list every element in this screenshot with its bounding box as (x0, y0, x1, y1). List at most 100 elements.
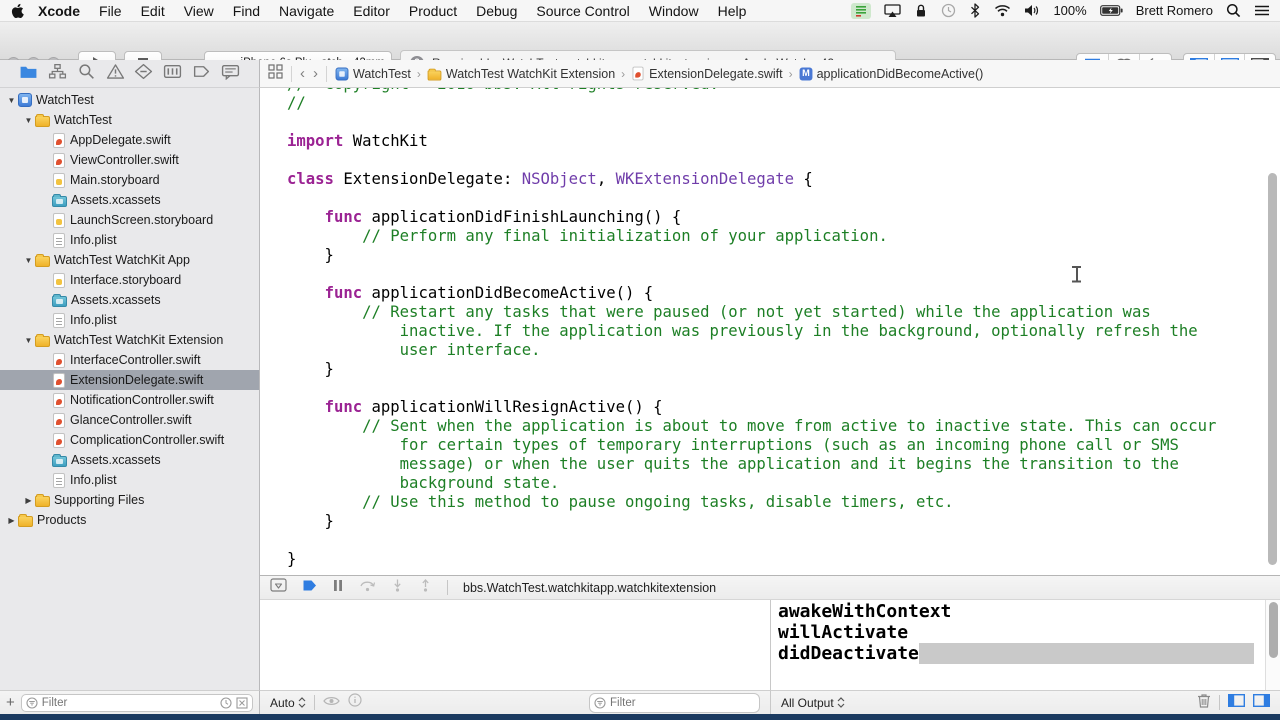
step-out-button[interactable] (419, 578, 432, 597)
step-over-button[interactable] (359, 579, 376, 597)
show-variables-toggle[interactable] (1227, 693, 1246, 712)
file-row-assets-xcassets[interactable]: Assets.xcassets (0, 290, 259, 310)
info-icon[interactable] (348, 693, 362, 712)
search-navigator-tab[interactable] (77, 63, 96, 85)
menu-navigate[interactable]: Navigate (279, 3, 334, 19)
file-row-interface-storyboard[interactable]: Interface.storyboard (0, 270, 259, 290)
file-row-extensiondelegate-swift[interactable]: ExtensionDelegate.swift (0, 370, 259, 390)
menu-product[interactable]: Product (409, 3, 457, 19)
menu-file[interactable]: File (99, 3, 122, 19)
back-button[interactable]: ‹ (300, 65, 305, 82)
breakpoints-toggle-button[interactable] (302, 579, 317, 597)
breadcrumb-project[interactable]: WatchTest (335, 67, 411, 81)
step-into-button[interactable] (391, 579, 404, 597)
show-console-toggle[interactable] (1252, 693, 1271, 712)
symbol-navigator-tab[interactable] (48, 63, 67, 85)
volume-icon[interactable] (1024, 4, 1040, 17)
file-row-info-plist[interactable]: Info.plist (0, 310, 259, 330)
debug-navigator-tab[interactable] (163, 63, 182, 85)
navigator-filter-field[interactable] (20, 693, 253, 712)
file-row-products[interactable]: ▶ Products (0, 510, 259, 530)
wifi-icon[interactable] (994, 4, 1011, 17)
notification-center-icon[interactable] (1254, 4, 1270, 17)
disclosure-triangle[interactable]: ▼ (5, 96, 18, 105)
file-row-watchtest-watchkit-app[interactable]: ▼ WatchTest WatchKit App (0, 250, 259, 270)
add-button[interactable]: + (6, 695, 15, 710)
airplay-icon[interactable] (884, 3, 902, 18)
source-editor[interactable]: // Copyright © 2016 bbs. All rights rese… (260, 88, 1280, 575)
debug-process-name[interactable]: bbs.WatchTest.watchkitapp.watchkitextens… (463, 581, 716, 595)
menu-source-control[interactable]: Source Control (536, 3, 629, 19)
test-navigator-tab[interactable] (134, 63, 153, 85)
time-machine-icon[interactable] (941, 3, 956, 18)
forward-button[interactable]: › (313, 65, 318, 82)
menu-help[interactable]: Help (718, 3, 747, 19)
variables-filter-input[interactable] (610, 696, 755, 709)
breadcrumb-folder[interactable]: WatchTest WatchKit Extension (427, 67, 615, 81)
editor-scrollbar[interactable] (1268, 173, 1277, 565)
file-row-assets-xcassets[interactable]: Assets.xcassets (0, 190, 259, 210)
breadcrumb-swift[interactable]: ExtensionDelegate.swift (631, 66, 783, 81)
disclosure-triangle[interactable]: ▶ (22, 496, 35, 505)
file-row-watchtest-watchkit-extension[interactable]: ▼ WatchTest WatchKit Extension (0, 330, 259, 350)
menu-editor[interactable]: Editor (353, 3, 390, 19)
menu-username[interactable]: Brett Romero (1136, 3, 1213, 18)
bluetooth-icon[interactable] (969, 3, 981, 18)
variables-scope-popup[interactable]: Auto (270, 696, 306, 710)
related-items-icon[interactable] (268, 63, 283, 84)
method-icon: M (799, 67, 813, 80)
menu-debug[interactable]: Debug (476, 3, 517, 19)
file-row-supporting-files[interactable]: ▶ Supporting Files (0, 490, 259, 510)
file-row-launchscreen-storyboard[interactable]: LaunchScreen.storyboard (0, 210, 259, 230)
menu-window[interactable]: Window (649, 3, 699, 19)
file-row-complicationcontroller-swift[interactable]: ComplicationController.swift (0, 430, 259, 450)
swift-icon (53, 392, 65, 408)
navigator-filter-input[interactable] (41, 696, 216, 709)
hide-debug-area-button[interactable] (270, 578, 287, 597)
breadcrumb-method[interactable]: MapplicationDidBecomeActive() (799, 67, 983, 81)
disclosure-triangle[interactable]: ▼ (22, 336, 35, 345)
file-row-interfacecontroller-swift[interactable]: InterfaceController.swift (0, 350, 259, 370)
menu-view[interactable]: View (184, 3, 214, 19)
clear-console-trash-icon[interactable] (1197, 693, 1211, 713)
disclosure-triangle[interactable]: ▼ (22, 256, 35, 265)
spotlight-icon[interactable] (1226, 3, 1241, 18)
breakpoint-navigator-tab[interactable] (192, 63, 211, 85)
variables-view[interactable] (260, 600, 770, 690)
console-scope-popup[interactable]: All Output (781, 696, 845, 710)
menu-find[interactable]: Find (233, 3, 260, 19)
divider (326, 65, 327, 82)
activity-levels-icon[interactable] (851, 2, 872, 19)
file-row-glancecontroller-swift[interactable]: GlanceController.swift (0, 410, 259, 430)
file-row-watchtest[interactable]: ▼ WatchTest (0, 110, 259, 130)
file-row-info-plist[interactable]: Info.plist (0, 230, 259, 250)
swift-icon (53, 352, 65, 368)
menu-xcode[interactable]: Xcode (38, 3, 80, 19)
disclosure-triangle[interactable]: ▶ (5, 516, 18, 525)
issue-navigator-tab[interactable] (106, 63, 125, 85)
console-view[interactable]: awakeWithContext willActivate didDeactivat… (770, 600, 1280, 690)
file-row-viewcontroller-swift[interactable]: ViewController.swift (0, 150, 259, 170)
battery-icon[interactable] (1099, 5, 1123, 16)
file-row-assets-xcassets[interactable]: Assets.xcassets (0, 450, 259, 470)
folder-icon (35, 494, 50, 507)
file-row-notificationcontroller-swift[interactable]: NotificationController.swift (0, 390, 259, 410)
file-label: Info.plist (70, 313, 117, 327)
apple-menu-icon[interactable] (10, 3, 24, 19)
lock-icon[interactable] (914, 3, 928, 18)
disclosure-triangle[interactable]: ▼ (22, 116, 35, 125)
menu-items: Xcode File Edit View Find Navigate Editor Produ… (38, 3, 746, 19)
report-navigator-tab[interactable] (221, 63, 240, 85)
qlview-eye-icon[interactable] (322, 694, 340, 712)
file-row-info-plist[interactable]: Info.plist (0, 470, 259, 490)
swift-icon (53, 412, 65, 428)
pause-button[interactable] (332, 579, 344, 597)
project-navigator-tab[interactable] (19, 63, 38, 85)
file-row-appdelegate-swift[interactable]: AppDelegate.swift (0, 130, 259, 150)
file-row-watchtest[interactable]: ▼ WatchTest (0, 90, 259, 110)
variables-filter-field[interactable] (589, 692, 760, 713)
menu-edit[interactable]: Edit (141, 3, 165, 19)
file-row-main-storyboard[interactable]: Main.storyboard (0, 170, 259, 190)
console-scrollbar[interactable] (1269, 602, 1278, 658)
